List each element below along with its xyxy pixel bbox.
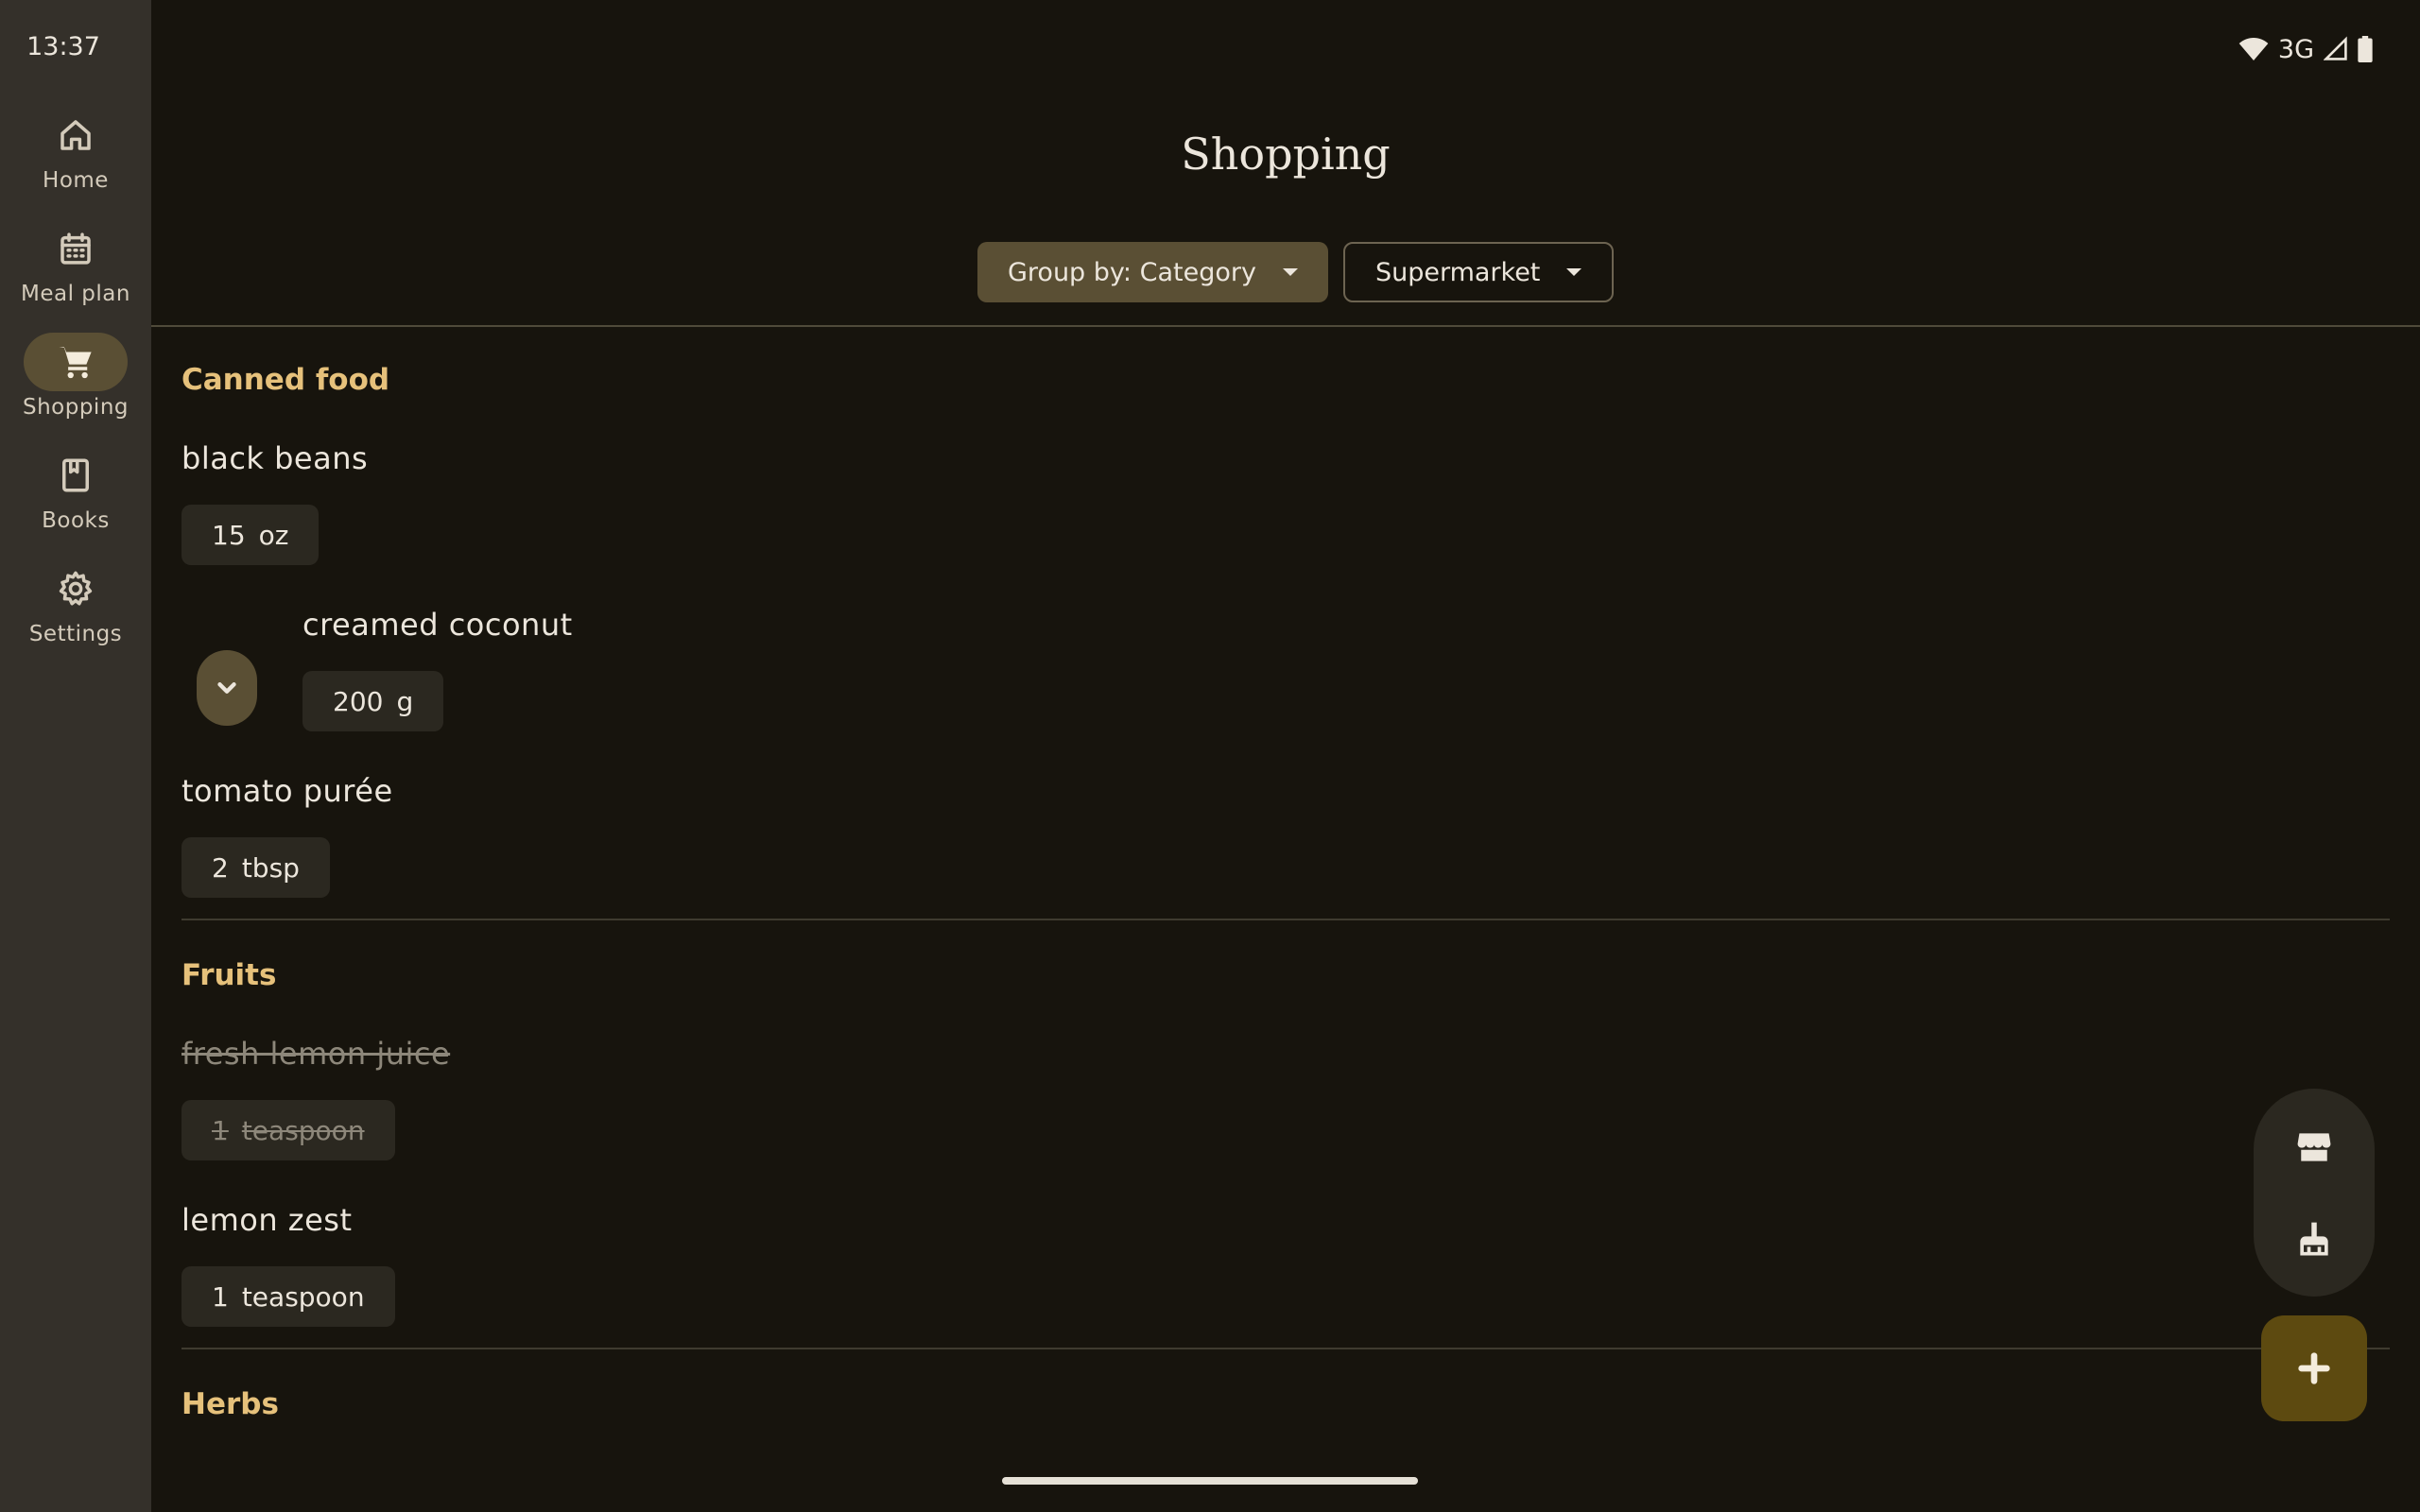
book-icon xyxy=(62,458,89,492)
section-title: Canned food xyxy=(182,363,390,397)
nav-label-home: Home xyxy=(43,168,109,193)
signal-icon xyxy=(2324,36,2347,60)
list-item[interactable]: tomato purée 2 tbsp xyxy=(182,752,2390,919)
list-item-checked[interactable]: fresh lemon juice 1 teaspoon xyxy=(182,1015,2390,1181)
item-name: black beans xyxy=(182,440,369,476)
add-item-button[interactable] xyxy=(2261,1315,2367,1421)
plus-icon xyxy=(2298,1352,2330,1384)
group-by-dropdown[interactable]: Group by: Category xyxy=(977,242,1328,302)
nav-label-settings: Settings xyxy=(28,622,123,646)
list-item[interactable]: black beans 15 oz xyxy=(182,420,2390,586)
store-icon xyxy=(2297,1133,2331,1161)
quantity-unit: tbsp xyxy=(241,851,300,884)
store-dropdown[interactable]: Supermarket xyxy=(1342,242,1615,302)
quantity-amount: 2 xyxy=(212,851,229,884)
quantity-unit: teaspoon xyxy=(241,1114,365,1146)
filter-bar: Group by: Category Supermarket xyxy=(977,242,1615,302)
status-time: 13:37 xyxy=(26,32,100,61)
nav-pill-settings xyxy=(24,559,128,618)
nav-pill-meal-plan xyxy=(24,219,128,278)
home-indicator[interactable] xyxy=(1002,1477,1418,1485)
item-name: fresh lemon juice xyxy=(182,1036,451,1072)
clear-button[interactable] xyxy=(2280,1206,2348,1274)
group-by-label: Group by: Category xyxy=(1008,257,1256,287)
quantity-chip[interactable]: 200 g xyxy=(302,671,444,731)
store-label: Supermarket xyxy=(1374,257,1541,287)
battery-icon xyxy=(2358,36,2373,62)
nav-pill-books xyxy=(24,446,128,505)
section-canned-food: Canned food black beans 15 oz creamed co… xyxy=(182,325,2390,920)
nav-item-settings[interactable]: Settings xyxy=(0,559,151,663)
page-title: Shopping xyxy=(1181,129,1391,180)
quantity-unit: g xyxy=(396,685,414,717)
nav-pill-home xyxy=(24,106,128,164)
nav-item-shopping[interactable]: Shopping xyxy=(0,333,151,437)
nav-label-shopping: Shopping xyxy=(22,395,129,420)
dropdown-arrow-icon xyxy=(1282,268,1298,276)
gear-icon xyxy=(59,571,93,606)
list-item[interactable]: lemon zest 1 teaspoon xyxy=(182,1181,2390,1348)
navigation-rail: 13:37 Home Meal plan Shopping Books Sett… xyxy=(0,0,151,1512)
quantity-amount: 15 xyxy=(212,519,246,551)
calendar-icon xyxy=(60,232,91,265)
quantity-chip[interactable]: 1 teaspoon xyxy=(182,1266,395,1327)
quantity-chip[interactable]: 15 oz xyxy=(182,505,320,565)
quantity-amount: 1 xyxy=(212,1280,229,1313)
item-name: lemon zest xyxy=(182,1202,353,1238)
store-button[interactable] xyxy=(2280,1113,2348,1181)
quantity-chip[interactable]: 2 tbsp xyxy=(182,837,330,898)
shopping-screen: 13:37 Home Meal plan Shopping Books Sett… xyxy=(0,0,2420,1512)
network-type: 3G xyxy=(2277,34,2314,64)
nav-item-home[interactable]: Home xyxy=(0,106,151,210)
quantity-unit: oz xyxy=(258,519,289,551)
nav-label-books: Books xyxy=(42,508,110,533)
nav-pill-shopping xyxy=(24,333,128,391)
quantity-amount: 1 xyxy=(212,1114,229,1146)
shopping-list: Canned food black beans 15 oz creamed co… xyxy=(182,325,2390,1444)
item-name: tomato purée xyxy=(182,773,393,809)
quantity-chip[interactable]: 1 teaspoon xyxy=(182,1100,395,1160)
dropdown-arrow-icon xyxy=(1566,268,1582,276)
quantity-unit: teaspoon xyxy=(241,1280,365,1313)
chevron-down-icon xyxy=(217,682,236,694)
list-item[interactable]: creamed coconut 200 g xyxy=(182,586,2390,752)
home-icon xyxy=(60,120,91,150)
broom-icon xyxy=(2300,1222,2328,1256)
cart-icon xyxy=(59,347,92,379)
section-title: Herbs xyxy=(182,1387,279,1421)
nav-label-meal-plan: Meal plan xyxy=(21,282,130,306)
fab-group xyxy=(2254,1089,2375,1297)
section-title: Fruits xyxy=(182,958,277,992)
expand-button[interactable] xyxy=(197,650,257,726)
section-herbs: Herbs xyxy=(182,1349,2390,1444)
item-name: creamed coconut xyxy=(302,607,573,643)
quantity-amount: 200 xyxy=(333,685,384,717)
wifi-icon xyxy=(2238,38,2269,60)
status-icons: 3G xyxy=(2238,32,2373,66)
section-fruits: Fruits fresh lemon juice 1 teaspoon lemo… xyxy=(182,920,2390,1349)
nav-item-meal-plan[interactable]: Meal plan xyxy=(0,219,151,323)
nav-item-books[interactable]: Books xyxy=(0,446,151,550)
